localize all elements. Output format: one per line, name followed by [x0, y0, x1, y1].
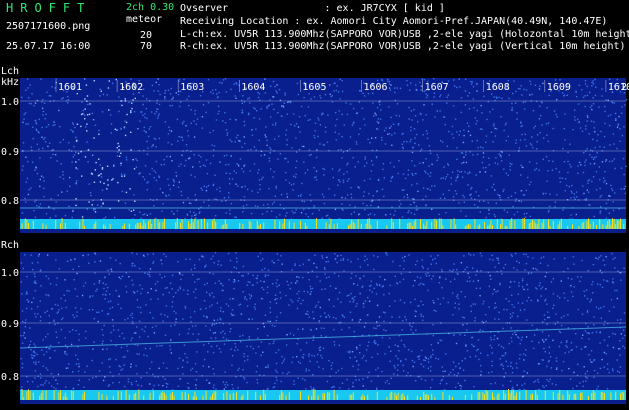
time-tick-label: 1608: [486, 82, 510, 93]
time-tick-edge-label: 2: [621, 82, 627, 93]
rch-channel-label: Rch: [1, 240, 19, 251]
freq-tick-label: 0.8: [1, 196, 19, 207]
spectrogram-display: 1.0 0.9 0.8 1.0 0.9 0.8 Lch kHz Rch 1601 1602…: [1, 66, 629, 404]
time-tick-label: 1602: [119, 82, 143, 93]
time-tick-label: 1605: [302, 82, 326, 93]
freq-tick-label: 0.9: [1, 319, 19, 330]
freq-tick-label: 1.0: [1, 97, 19, 108]
rch-spectrogram-panel: 1.0 0.9 0.8: [1, 252, 627, 404]
freq-tick-label: 0.9: [1, 147, 19, 158]
time-tick-label: 1603: [180, 82, 204, 93]
time-tick-label: 1606: [364, 82, 388, 93]
signal-level-bar: [20, 219, 626, 229]
freq-tick-label: 1.0: [1, 268, 19, 279]
time-tick-label: 1609: [547, 82, 571, 93]
time-tick-label: 1607: [425, 82, 449, 93]
lch-spectrogram-panel: 1.0 0.9 0.8: [1, 78, 628, 233]
lch-channel-label: Lch: [1, 66, 19, 77]
khz-unit-label: kHz: [1, 77, 19, 88]
time-tick-label: 1601: [58, 82, 82, 93]
time-tick-label: 1604: [241, 82, 265, 93]
freq-tick-label: 0.8: [1, 372, 19, 383]
